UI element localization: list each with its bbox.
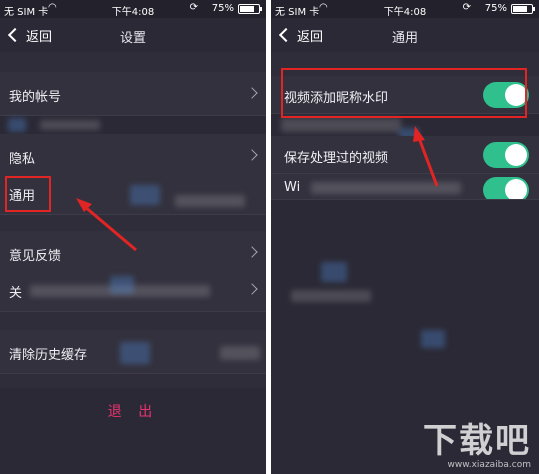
annotation-arrow bbox=[413, 126, 439, 187]
settings-screen: 无 SIM 卡 ◠ 下午4:08 ⟳ 75% 返回 设置 我的帐号 隐私 通用 … bbox=[0, 0, 266, 474]
watermark-url: www.xiazaiba.com bbox=[447, 460, 531, 470]
watermark-logo-text: 下载吧 bbox=[423, 421, 531, 461]
general-settings-screen: 无 SIM 卡 ◠ 下午4:08 ⟳ 75% 返回 通用 视频添加昵称水印 保存… bbox=[271, 0, 539, 474]
annotation-arrow bbox=[76, 198, 137, 252]
site-watermark: 下载吧 www.xiazaiba.com bbox=[423, 422, 531, 470]
